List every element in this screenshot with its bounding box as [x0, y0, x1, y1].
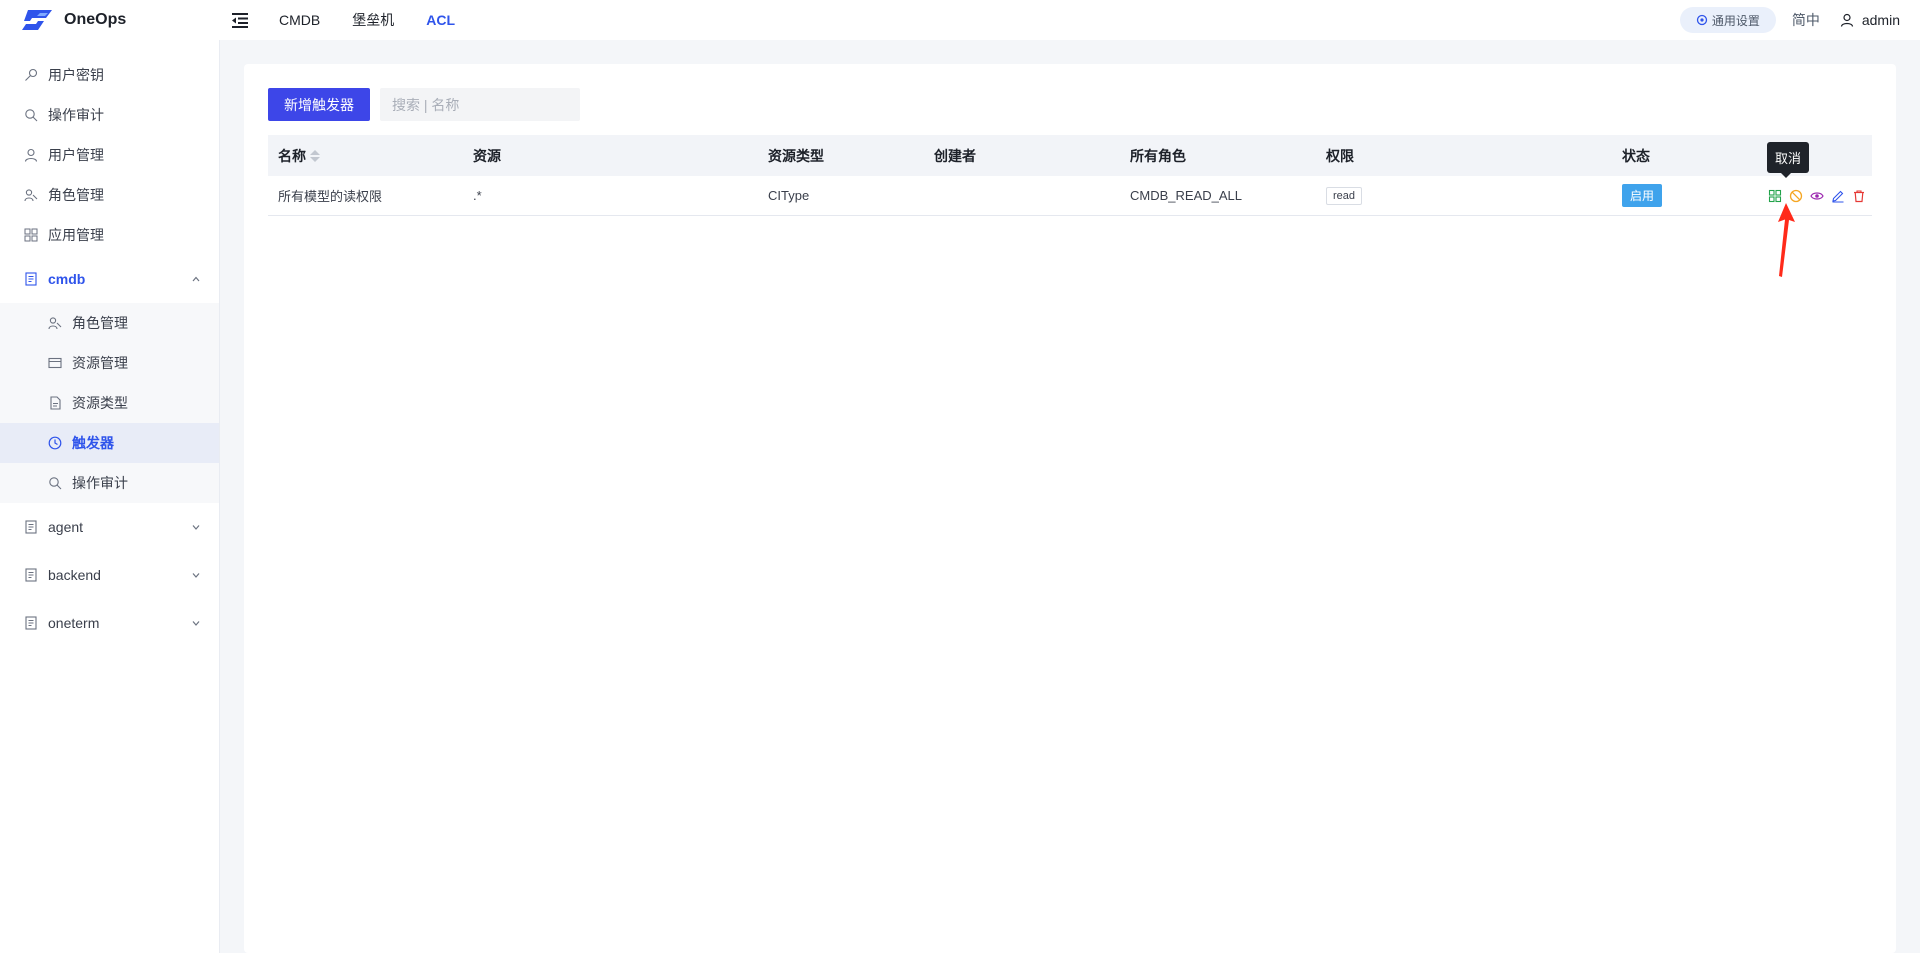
sidebar-item-cmdb-audit[interactable]: 操作审计 [0, 463, 219, 503]
header-right: 通用设置 简中 admin [1679, 7, 1920, 33]
sidebar-group-backend[interactable]: backend [0, 551, 219, 599]
sort-icon[interactable] [310, 149, 320, 162]
doc-icon [24, 272, 38, 286]
sidebar-item-label: 资源类型 [72, 395, 128, 411]
sidebar-item-label: 操作审计 [48, 107, 104, 123]
sidebar-item-label: 用户密钥 [48, 67, 104, 83]
delete-icon[interactable] [1852, 189, 1866, 203]
cell-permission: read [1316, 176, 1612, 215]
column-header-creator: 创建者 [934, 147, 976, 164]
chevron-down-icon [191, 522, 201, 532]
settings-label: 通用设置 [1711, 13, 1760, 28]
search-icon [24, 108, 38, 122]
table-header: 名称 资源 资源类型 创建者 所有角色 权限 状态 操作 [268, 135, 1872, 176]
search-icon [48, 476, 62, 490]
sidebar-group-label: agent [48, 519, 84, 535]
add-trigger-button[interactable]: 新增触发器 [268, 88, 370, 121]
sidebar-group-label: cmdb [48, 271, 86, 287]
sidebar-item-roles[interactable]: 角色管理 [0, 175, 219, 215]
clock-icon [48, 436, 62, 450]
username: admin [1861, 12, 1900, 28]
sidebar-item-label: 操作审计 [72, 475, 128, 491]
sidebar-item-label: 用户管理 [48, 147, 104, 163]
top-header: OneOps CMDB 堡垒机 ACL 通用设置 简中 admin [0, 0, 1920, 40]
search-input[interactable] [392, 96, 573, 113]
role-icon [24, 188, 38, 202]
doc-icon [24, 616, 38, 630]
doc-icon [24, 568, 38, 582]
doc-icon [24, 520, 38, 534]
cell-roles: CMDB_READ_ALL [1130, 188, 1242, 203]
sidebar-item-label: 角色管理 [48, 187, 104, 203]
sidebar-item-label: 角色管理 [72, 315, 128, 331]
sidebar-item-users[interactable]: 用户管理 [0, 135, 219, 175]
sidebar-item-label: 触发器 [72, 435, 114, 451]
column-label: 名称 [278, 147, 306, 164]
annotation-arrow-icon [1778, 203, 1795, 277]
sidebar-item-label: 资源管理 [72, 355, 128, 371]
cell-status: 启用 [1612, 176, 1758, 215]
user-icon [24, 148, 38, 162]
column-header-resource: 资源 [473, 147, 501, 164]
chevron-down-icon [191, 618, 201, 628]
sidebar: 用户密钥 操作审计 用户管理 角色管理 应用管理 cmdb 角色管理 资源管理 … [0, 40, 220, 953]
sidebar-group-agent[interactable]: agent [0, 503, 219, 551]
logo-mark-icon [22, 10, 52, 30]
sidebar-item-apps[interactable]: 应用管理 [0, 215, 219, 255]
toolbar: 新增触发器 [268, 88, 580, 121]
sidebar-item-cmdb-resources[interactable]: 资源管理 [0, 343, 219, 383]
card-icon [48, 356, 62, 370]
sidebar-item-user-keys[interactable]: 用户密钥 [0, 55, 219, 95]
nav-bastion[interactable]: 堡垒机 [352, 10, 394, 30]
app-logo[interactable]: OneOps [0, 9, 221, 31]
language-switch[interactable]: 简中 [1792, 10, 1820, 30]
sidebar-group-oneterm[interactable]: oneterm [0, 599, 219, 647]
sidebar-group-label: oneterm [48, 615, 100, 631]
cell-name: 所有模型的读权限 [278, 189, 383, 204]
status-badge: 启用 [1622, 184, 1663, 207]
column-header-roles: 所有角色 [1130, 147, 1186, 164]
sidebar-group-cmdb[interactable]: cmdb [0, 255, 219, 303]
search-box[interactable] [380, 88, 580, 121]
chevron-up-icon [191, 274, 201, 284]
key-icon [24, 68, 38, 82]
settings-icon [1696, 14, 1707, 26]
nav-acl[interactable]: ACL [426, 12, 455, 28]
nav-cmdb[interactable]: CMDB [279, 12, 320, 28]
eye-icon[interactable] [1810, 189, 1824, 203]
column-header-permission: 权限 [1326, 147, 1354, 164]
table-row: 所有模型的读权限 .* CIType CMDB_READ_ALL read 启用 [268, 176, 1872, 216]
cell-resource: .* [473, 188, 482, 203]
cmdb-submenu: 角色管理 资源管理 资源类型 触发器 操作审计 [0, 303, 219, 503]
user-menu[interactable]: admin [1840, 12, 1900, 28]
apply-grid-icon[interactable] [1768, 189, 1782, 203]
file-icon [48, 396, 62, 410]
sidebar-item-label: 应用管理 [48, 227, 104, 243]
tooltip: 取消 [1767, 142, 1810, 178]
cancel-icon[interactable] [1789, 189, 1803, 203]
cell-resource-type: CIType [768, 188, 810, 203]
chevron-down-icon [191, 570, 201, 580]
app-grid-icon [24, 228, 38, 242]
main-panel: 新增触发器 名称 资源 资源类型 创建者 所有角色 权限 状态 操作 所有模型的… [244, 64, 1896, 953]
menu-fold-icon[interactable] [229, 9, 251, 31]
user-icon [1840, 13, 1853, 27]
triggers-table: 名称 资源 资源类型 创建者 所有角色 权限 状态 操作 所有模型的读权限 .*… [268, 135, 1872, 216]
sidebar-item-cmdb-roles[interactable]: 角色管理 [0, 303, 219, 343]
edit-icon[interactable] [1831, 189, 1845, 203]
top-nav: CMDB 堡垒机 ACL [279, 10, 487, 30]
sidebar-item-cmdb-triggers[interactable]: 触发器 [0, 423, 219, 463]
sidebar-group-label: backend [48, 567, 101, 583]
app-name: OneOps [64, 11, 127, 28]
sidebar-item-audit[interactable]: 操作审计 [0, 95, 219, 135]
column-header-name[interactable]: 名称 [268, 135, 463, 176]
general-settings-button[interactable]: 通用设置 [1679, 7, 1776, 33]
column-header-status: 状态 [1622, 147, 1650, 164]
role-icon [48, 316, 62, 330]
permission-tag: read [1326, 186, 1363, 205]
cell-creator [924, 176, 1120, 215]
column-header-resource-type: 资源类型 [768, 147, 824, 164]
sidebar-item-cmdb-resource-types[interactable]: 资源类型 [0, 383, 219, 423]
